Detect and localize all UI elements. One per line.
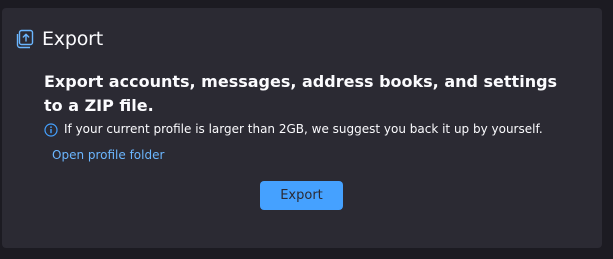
panel-title: Export [42, 28, 103, 50]
open-profile-folder-link[interactable]: Open profile folder [52, 148, 164, 162]
export-icon [16, 29, 36, 49]
info-message: If your current profile is larger than 2… [44, 122, 543, 137]
export-description: Export accounts, messages, address books… [44, 72, 558, 115]
info-text: If your current profile is larger than 2… [64, 122, 543, 136]
panel-header: Export [16, 28, 103, 50]
export-button[interactable]: Export [260, 181, 343, 210]
info-icon [44, 122, 58, 137]
